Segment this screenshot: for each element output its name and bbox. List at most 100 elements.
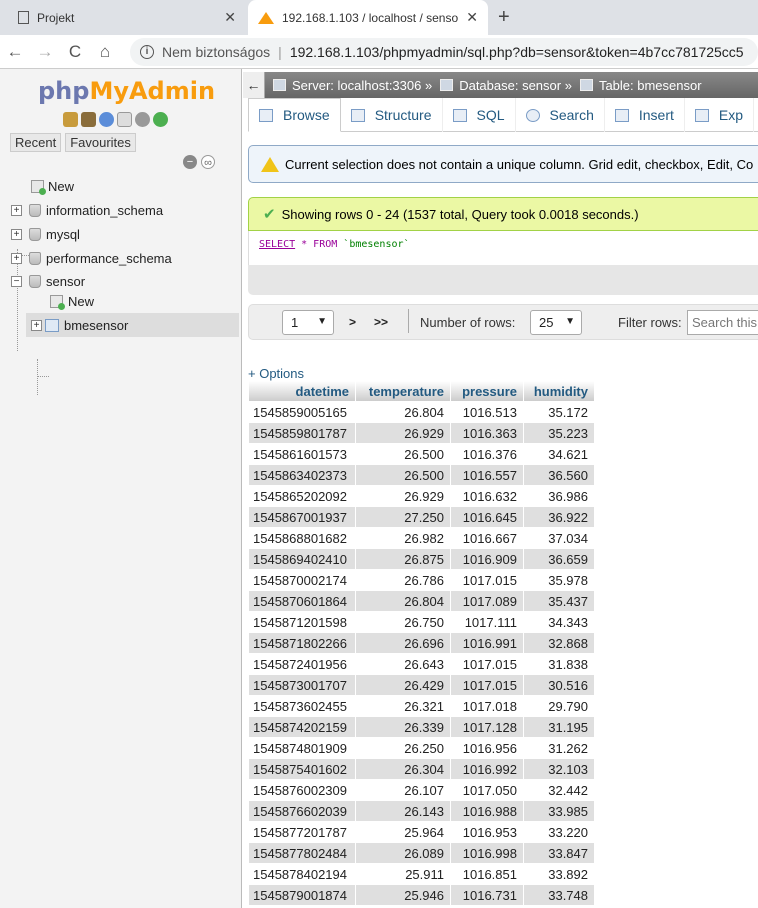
table-row[interactable]: 1545869402410 26.875 1016.909 36.659 <box>249 549 594 569</box>
tree-item-information-schema[interactable]: + information_schema <box>11 199 163 221</box>
tree-controls: − ∞ <box>183 155 215 169</box>
table-row[interactable]: 1545859005165 26.804 1016.513 35.172 <box>249 402 594 422</box>
table-row[interactable]: 1545868801682 26.982 1016.667 37.034 <box>249 528 594 548</box>
reload-icon[interactable]: C <box>60 42 90 62</box>
table-cell: 1017.111 <box>451 612 523 632</box>
url-input[interactable]: i Nem biztonságos | 192.168.1.103/phpmya… <box>130 37 758 66</box>
column-header-pressure[interactable]: pressure <box>451 381 523 401</box>
close-icon[interactable]: ✕ <box>466 9 478 26</box>
table-row[interactable]: 1545879001874 25.946 1016.731 33.748 <box>249 885 594 905</box>
table-cell: 1016.988 <box>451 801 523 821</box>
table-cell: 1016.851 <box>451 864 523 884</box>
table-row[interactable]: 1545872401956 26.643 1017.015 31.838 <box>249 654 594 674</box>
tab-insert[interactable]: Insert <box>605 98 685 132</box>
table-row[interactable]: 1545861601573 26.500 1016.376 34.621 <box>249 444 594 464</box>
table-row[interactable]: 1545876002309 26.107 1017.050 32.442 <box>249 780 594 800</box>
rows-per-page-select[interactable]: 25 ▼ <box>530 310 582 335</box>
tree-item-performance-schema[interactable]: + performance_schema <box>11 247 172 269</box>
table-row[interactable]: 1545874202159 26.339 1017.128 31.195 <box>249 717 594 737</box>
table-row[interactable]: 1545859801787 26.929 1016.363 35.223 <box>249 423 594 443</box>
breadcrumb-server[interactable]: Server: localhost:3306 » <box>273 78 432 93</box>
table-row[interactable]: 1545867001937 27.250 1016.645 36.922 <box>249 507 594 527</box>
back-arrow-icon[interactable]: ← <box>0 42 30 62</box>
table-row[interactable]: 1545877802484 26.089 1016.998 33.847 <box>249 843 594 863</box>
home-icon[interactable] <box>63 112 78 127</box>
next-page-button[interactable]: > <box>349 315 356 329</box>
collapse-icon[interactable]: − <box>11 275 22 287</box>
table-row[interactable]: 1545871802266 26.696 1016.991 32.868 <box>249 633 594 653</box>
table-cell: 1545859005165 <box>249 402 355 422</box>
tree-item-sensor-new[interactable]: New <box>50 290 94 312</box>
table-row[interactable]: 1545865202092 26.929 1016.632 36.986 <box>249 486 594 506</box>
exit-icon[interactable] <box>81 112 96 127</box>
table-cell: 26.321 <box>356 696 450 716</box>
tree-label: New <box>48 178 75 194</box>
sql-keyword[interactable]: SELECT <box>259 239 295 250</box>
help-icon[interactable] <box>99 112 114 127</box>
settings-icon[interactable] <box>135 112 150 127</box>
expand-icon[interactable]: + <box>11 252 22 264</box>
docs-icon[interactable] <box>117 112 132 127</box>
table-row[interactable]: 1545874801909 26.250 1016.956 31.262 <box>249 738 594 758</box>
table-row[interactable]: 1545875401602 26.304 1016.992 32.103 <box>249 759 594 779</box>
column-header-temperature[interactable]: temperature <box>356 381 450 401</box>
table-row[interactable]: 1545873001707 26.429 1017.015 30.516 <box>249 675 594 695</box>
browse-icon <box>259 108 273 122</box>
tab-sql[interactable]: SQL <box>443 98 516 132</box>
breadcrumb-database[interactable]: Database: sensor » <box>440 78 572 93</box>
tab-favourites[interactable]: Favourites <box>65 133 136 152</box>
column-header-datetime[interactable]: datetime <box>249 381 355 401</box>
tree-item-new[interactable]: New <box>31 175 74 197</box>
home-icon[interactable]: ⌂ <box>90 42 120 62</box>
phpmyadmin-logo[interactable]: phpMyAdmin <box>38 77 215 105</box>
back-arrow-icon[interactable]: ← <box>243 72 265 98</box>
forward-arrow-icon[interactable]: → <box>30 42 60 62</box>
expand-icon[interactable]: + <box>11 204 22 216</box>
options-link[interactable]: + Options <box>248 366 304 381</box>
tab-recent[interactable]: Recent <box>10 133 62 152</box>
table-cell: 1545876002309 <box>249 780 355 800</box>
table-row[interactable]: 1545870601864 26.804 1017.089 35.437 <box>249 591 594 611</box>
table-row[interactable]: 1545871201598 26.750 1017.111 34.343 <box>249 612 594 632</box>
warning-icon <box>261 156 279 172</box>
browser-tab-projekt[interactable]: Projekt ✕ <box>8 0 246 35</box>
table-row[interactable]: 1545870002174 26.786 1017.015 35.978 <box>249 570 594 590</box>
info-icon[interactable]: i <box>140 44 154 59</box>
tab-export[interactable]: Exp <box>685 98 755 132</box>
reload-icon[interactable] <box>153 112 168 127</box>
tab-structure[interactable]: Structure <box>341 98 443 132</box>
table-cell: 25.964 <box>356 822 450 842</box>
tree-item-mysql[interactable]: + mysql <box>11 223 80 245</box>
table-cell: 1545859801787 <box>249 423 355 443</box>
table-cell: 1016.363 <box>451 423 523 443</box>
table-row[interactable]: 1545878402194 25.911 1016.851 33.892 <box>249 864 594 884</box>
tree-label: sensor <box>46 273 86 289</box>
table-cell: 25.911 <box>356 864 450 884</box>
expand-icon[interactable]: + <box>11 228 22 240</box>
tree-item-sensor[interactable]: − sensor <box>11 270 85 292</box>
table-row[interactable]: 1545877201787 25.964 1016.953 33.220 <box>249 822 594 842</box>
collapse-all-icon[interactable]: − <box>183 155 197 169</box>
table-cell: 32.868 <box>524 633 594 653</box>
table-cell: 26.107 <box>356 780 450 800</box>
expand-icon[interactable]: + <box>31 319 42 331</box>
table-row[interactable]: 1545873602455 26.321 1017.018 29.790 <box>249 696 594 716</box>
table-icon <box>579 79 593 91</box>
tree-item-bmesensor[interactable]: + bmesensor <box>31 314 128 336</box>
filter-rows-input[interactable]: Search this <box>687 310 758 335</box>
page-select[interactable]: 1 ▼ <box>282 310 334 335</box>
pagination-bar: 1 ▼ > >> Number of rows: 25 ▼ Filter rows:… <box>248 304 758 340</box>
column-header-humidity[interactable]: humidity <box>524 381 594 401</box>
new-tab-button[interactable]: + <box>498 6 510 29</box>
last-page-button[interactable]: >> <box>374 315 388 329</box>
table-row[interactable]: 1545863402373 26.500 1016.557 36.560 <box>249 465 594 485</box>
insert-icon <box>614 108 629 122</box>
close-icon[interactable]: ✕ <box>224 9 236 26</box>
breadcrumb-table[interactable]: Table: bmesensor <box>579 78 702 93</box>
link-icon[interactable]: ∞ <box>201 155 215 169</box>
tab-browse[interactable]: Browse <box>248 98 341 132</box>
table-row[interactable]: 1545876602039 26.143 1016.988 33.985 <box>249 801 594 821</box>
browser-tab-phpmyadmin[interactable]: 192.168.1.103 / localhost / senso ✕ <box>248 0 488 35</box>
tab-search[interactable]: Search <box>516 98 605 132</box>
server-icon <box>273 79 286 91</box>
